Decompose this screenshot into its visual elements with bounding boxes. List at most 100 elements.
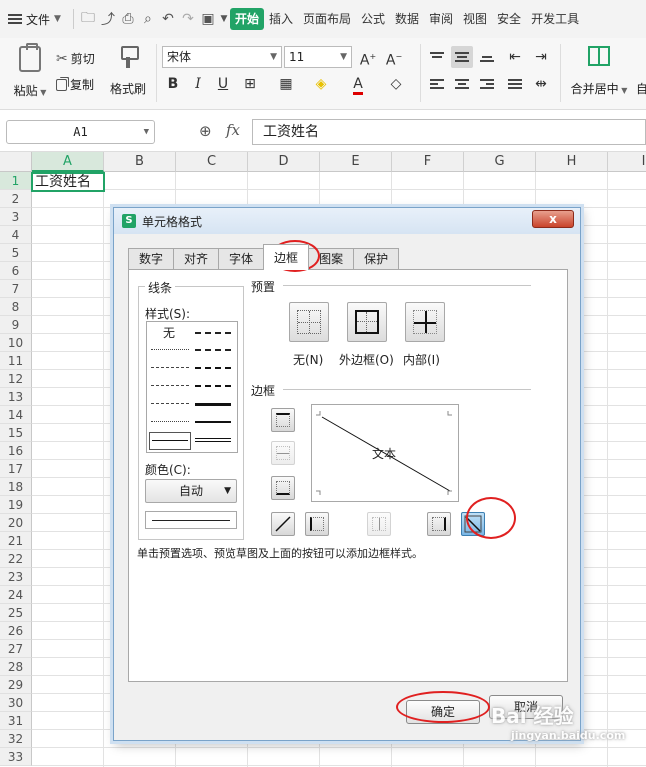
save-cloud-icon[interactable]: ⤴ [98,9,118,29]
line-style-option[interactable] [151,367,189,368]
tab-developer[interactable]: 开发工具 [526,8,584,30]
font-color-icon[interactable]: A [347,73,369,95]
line-style-option[interactable] [151,385,189,386]
underline-icon[interactable]: U [212,73,234,95]
row-header[interactable]: 18 [0,478,32,496]
tab-security[interactable]: 安全 [492,8,526,30]
chevron-down-icon[interactable]: ▼ [218,9,230,29]
align-center-icon[interactable] [451,73,473,95]
tab-view[interactable]: 视图 [458,8,492,30]
row-header[interactable]: 33 [0,748,32,766]
tab-formulas[interactable]: 公式 [356,8,390,30]
cut-button[interactable]: ✂ 剪切 [56,50,95,67]
table-style-icon[interactable]: ▦ [275,73,297,95]
align-left-icon[interactable] [426,73,448,95]
row-header[interactable]: 2 [0,190,32,208]
copy-button[interactable]: 复制 [56,76,94,93]
preset-inside-button[interactable] [405,302,445,342]
line-style-option[interactable] [195,332,231,334]
border-bottom-button[interactable] [271,476,295,500]
borders-icon[interactable]: ⊞ [239,73,261,95]
undo-icon[interactable]: ↶ [158,9,178,29]
print-icon[interactable]: ⎙ [118,9,138,29]
line-style-option[interactable] [195,385,231,387]
decrease-indent-icon[interactable]: ⇤ [504,46,526,68]
row-header[interactable]: 28 [0,658,32,676]
line-style-option[interactable] [195,349,231,351]
preset-none-button[interactable] [289,302,329,342]
row-header[interactable]: 24 [0,586,32,604]
row-header[interactable]: 12 [0,370,32,388]
eraser-icon[interactable]: ◇ [385,73,407,95]
column-header[interactable]: A [32,152,104,172]
row-header[interactable]: 25 [0,604,32,622]
print-preview-icon[interactable]: ⌕ [138,9,158,29]
line-style-list[interactable]: 无 [146,321,238,453]
justify-icon[interactable] [504,73,526,95]
row-header[interactable]: 4 [0,226,32,244]
dialog-titlebar[interactable]: S 单元格格式 x [114,208,580,234]
row-header[interactable]: 1 [0,172,32,190]
tab-page-layout[interactable]: 页面布局 [298,8,356,30]
row-header[interactable]: 31 [0,712,32,730]
border-diagonal-down-button[interactable] [461,512,485,536]
row-header[interactable]: 29 [0,676,32,694]
column-header[interactable]: G [464,152,536,172]
color-select[interactable]: 自动 ▼ [145,479,237,503]
tab-border[interactable]: 边框 [263,244,310,270]
increase-font-icon[interactable]: A+ [357,46,379,69]
close-button[interactable]: x [532,210,574,228]
distribute-icon[interactable]: ⇹ [530,73,552,95]
cell-a1[interactable]: 工资姓名 [31,172,105,192]
line-style-option[interactable] [195,403,231,406]
row-header[interactable]: 7 [0,280,32,298]
paste-button[interactable]: 粘贴 ▼ [8,43,52,99]
row-header[interactable]: 15 [0,424,32,442]
auto-wrap-button[interactable]: 自 [636,80,646,97]
row-header[interactable]: 16 [0,442,32,460]
line-style-option[interactable] [151,349,189,350]
row-header[interactable]: 23 [0,568,32,586]
line-style-option[interactable] [195,421,231,423]
tab-alignment[interactable]: 对齐 [173,248,220,270]
name-box[interactable]: A1 ▼ [6,120,155,144]
font-name-select[interactable]: 宋体 ▼ [162,46,282,68]
line-style-none[interactable]: 无 [163,324,175,341]
row-header[interactable]: 19 [0,496,32,514]
border-right-button[interactable] [427,512,451,536]
formula-input[interactable]: 工资姓名 [252,119,646,145]
row-header[interactable]: 26 [0,622,32,640]
border-inner-vertical-button[interactable] [367,512,391,536]
decrease-font-icon[interactable]: A− [383,46,405,69]
line-style-option[interactable] [151,421,189,422]
column-header[interactable]: B [104,152,176,172]
column-header[interactable]: D [248,152,320,172]
tab-protection[interactable]: 保护 [353,248,400,270]
line-style-option[interactable] [195,438,231,442]
tab-data[interactable]: 数据 [390,8,424,30]
border-preview[interactable]: 文本 [311,404,459,502]
line-style-option[interactable] [151,403,189,404]
file-menu[interactable]: 文件 ▼ [0,0,69,38]
tab-pattern[interactable]: 图案 [308,248,355,270]
zoom-icon[interactable]: ⊕ [199,122,212,140]
row-header[interactable]: 9 [0,316,32,334]
tab-font[interactable]: 字体 [218,248,265,270]
column-header[interactable]: H [536,152,608,172]
format-painter-button[interactable]: 格式刷 [106,46,150,97]
tab-insert[interactable]: 插入 [264,8,298,30]
row-header[interactable]: 30 [0,694,32,712]
save-icon[interactable]: ▣ [198,9,218,29]
align-top-icon[interactable] [426,46,448,68]
font-size-select[interactable]: 11 ▼ [284,46,352,68]
align-bottom-icon[interactable] [476,46,498,68]
row-header[interactable]: 27 [0,640,32,658]
function-icon[interactable]: fx [226,121,240,139]
row-header[interactable]: 6 [0,262,32,280]
italic-icon[interactable]: I [187,73,209,95]
fill-color-icon[interactable]: ◈ [310,73,332,95]
border-inner-horizontal-button[interactable] [271,441,295,465]
row-header[interactable]: 10 [0,334,32,352]
row-header[interactable]: 32 [0,730,32,748]
merge-center-button[interactable]: 合并居中 ▼ [566,46,632,97]
